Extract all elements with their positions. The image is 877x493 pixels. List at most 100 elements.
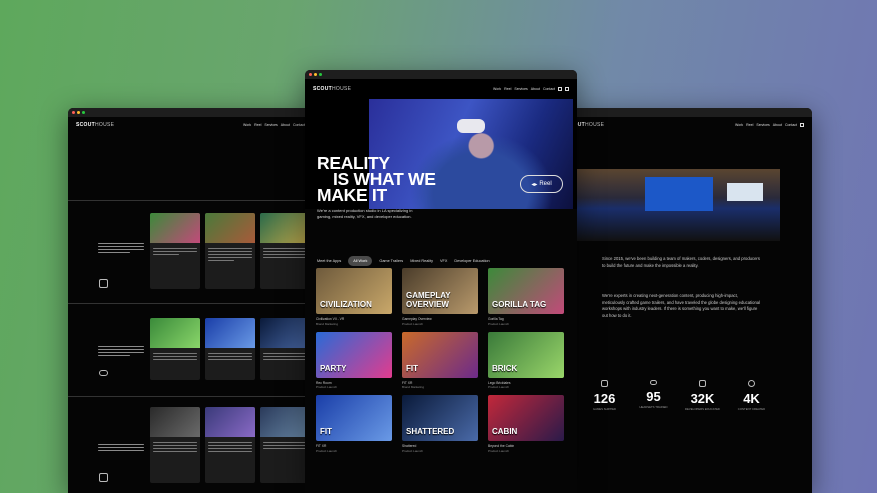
work-card[interactable] <box>150 318 200 380</box>
nav-contact[interactable]: Contact <box>293 123 305 127</box>
hero-section: SCOUTHOUSE Work Reel Services About Cont… <box>305 79 577 209</box>
work-card[interactable] <box>150 407 200 483</box>
card-thumb-label: PARTY <box>320 363 347 373</box>
maximize-dot[interactable] <box>82 111 85 114</box>
minimize-dot[interactable] <box>77 111 80 114</box>
grid-icon[interactable] <box>558 87 562 91</box>
nav-reel[interactable]: Reel <box>504 87 511 91</box>
blue-screen <box>645 177 713 211</box>
close-dot[interactable] <box>309 73 312 76</box>
tab-all-work[interactable]: All Work <box>348 256 373 266</box>
minimize-dot[interactable] <box>314 73 317 76</box>
maximize-dot[interactable] <box>319 73 322 76</box>
nav-links: Work Reel Services About Contact <box>735 123 804 127</box>
work-card[interactable]: BRICK Lego Bricktales Product Launch <box>488 331 564 389</box>
menu-icon[interactable] <box>800 123 804 127</box>
image-icon <box>99 473 108 482</box>
section-text <box>98 344 144 358</box>
left-nav: SCOUTHOUSE Work Reel Services About Cont… <box>68 117 320 133</box>
nav-reel[interactable]: Reel <box>746 123 753 127</box>
card-thumb: FIT <box>402 331 478 378</box>
close-dot[interactable] <box>72 111 75 114</box>
studio-photo <box>575 169 780 241</box>
nav-contact[interactable]: Contact <box>543 87 555 91</box>
center-titlebar <box>305 70 577 79</box>
work-card[interactable]: CIVILIZATION Civilization VII - VR Brand M… <box>316 268 392 326</box>
stats-row: 126 GAMES SHIPPED 95 HEADSETS TRAINED 32… <box>580 380 776 412</box>
nav-contact[interactable]: Contact <box>785 123 797 127</box>
work-card[interactable]: PARTY Rec Room Product Launch <box>316 331 392 389</box>
logo[interactable]: SCOUTHOUSE <box>313 86 351 92</box>
work-card[interactable] <box>150 213 200 289</box>
tab-developer-education[interactable]: Developer Education <box>454 259 489 263</box>
work-card[interactable] <box>260 213 310 289</box>
sparkle-icon <box>99 279 108 288</box>
nav-work[interactable]: Work <box>243 123 251 127</box>
tab-mixed-reality[interactable]: Mixed Reality <box>410 259 433 263</box>
card-thumb <box>205 318 255 348</box>
card-thumb: FIT <box>316 395 392 441</box>
stat-label: CONTENT CREATED <box>737 407 766 411</box>
section-text <box>98 442 144 453</box>
card-thumb-label: FIT <box>320 427 332 436</box>
hex-icon <box>748 380 755 387</box>
stat-label: DEVELOPERS EDUCATED <box>685 407 720 411</box>
stat-number: 32K <box>690 391 715 406</box>
menu-icon[interactable] <box>565 87 569 91</box>
card-thumb-label: GORILLA TAG <box>492 300 547 309</box>
filter-tabs: Meet the Apps All Work Game Trailers Mix… <box>317 256 490 266</box>
card-thumb <box>260 213 310 243</box>
service-section <box>68 396 320 493</box>
card-thumb <box>205 213 255 243</box>
card-thumb-label: FIT <box>406 363 418 373</box>
work-card[interactable]: GAMEPLAY OVERVIEW Gameplay Overview Produc… <box>402 268 478 326</box>
work-card[interactable]: FIT FIT XR Product Launch <box>316 395 392 453</box>
nav-work[interactable]: Work <box>493 87 501 91</box>
work-card[interactable]: GORILLA TAG Gorilla Tag Product Launch <box>488 268 564 326</box>
work-card[interactable] <box>260 407 310 483</box>
card-thumb-label: CIVILIZATION <box>320 300 372 309</box>
work-card[interactable]: SHATTERED Shattered Product Launch <box>402 395 478 453</box>
nav-services[interactable]: Services <box>264 123 277 127</box>
left-browser-window: SCOUTHOUSE Work Reel Services About Cont… <box>68 108 320 493</box>
nav-about[interactable]: About <box>773 123 782 127</box>
service-section <box>68 303 320 396</box>
work-card[interactable]: CABIN Beyond the Cabin Product Launch <box>488 395 564 453</box>
right-nav: SCOUTHOUSE Work Reel Services About Cont… <box>558 117 812 133</box>
tab-vfx[interactable]: VFX <box>440 259 447 263</box>
work-card[interactable]: FIT FIT XR Brand Marketing <box>402 331 478 389</box>
work-card[interactable] <box>260 318 310 380</box>
nav-services[interactable]: Services <box>514 87 527 91</box>
nav-reel[interactable]: Reel <box>254 123 261 127</box>
nav-links: Work Reel Services About Contact <box>493 87 569 91</box>
work-card[interactable] <box>205 213 255 289</box>
image-icon <box>699 380 706 387</box>
nav-work[interactable]: Work <box>735 123 743 127</box>
card-category: Product Launch <box>488 385 510 389</box>
card-thumb-label: CABIN <box>492 427 518 436</box>
logo[interactable]: SCOUTHOUSE <box>76 122 114 128</box>
nav-services[interactable]: Services <box>756 123 769 127</box>
card-category: Product Launch <box>402 321 424 326</box>
hero-subtitle: We're a content production studio in LA … <box>317 208 413 219</box>
card-thumb: CIVILIZATION <box>316 268 392 314</box>
work-card[interactable] <box>205 407 255 483</box>
card-thumb-label: GAMEPLAY OVERVIEW <box>406 291 451 309</box>
card-thumb <box>260 407 310 437</box>
sparkle-icon <box>601 380 608 387</box>
nav-about[interactable]: About <box>281 123 290 127</box>
work-card[interactable] <box>205 318 255 380</box>
nav-about[interactable]: About <box>531 87 540 91</box>
card-thumb <box>150 213 200 243</box>
headset-icon <box>650 380 657 385</box>
tab-meet-the-apps[interactable]: Meet the Apps <box>317 259 341 263</box>
card-thumb: BRICK <box>488 331 564 378</box>
play-icon: ◂▸ <box>531 181 538 188</box>
card-thumb <box>150 407 200 437</box>
reel-button[interactable]: ◂▸ Reel <box>520 175 563 193</box>
section-cards <box>150 318 310 380</box>
tab-game-trailers[interactable]: Game Trailers <box>379 259 403 263</box>
stat-headsets: 95 HEADSETS TRAINED <box>629 380 678 412</box>
stat-number: 126 <box>593 391 616 406</box>
about-paragraph-2: We're experts in creating next-generatio… <box>602 293 761 318</box>
